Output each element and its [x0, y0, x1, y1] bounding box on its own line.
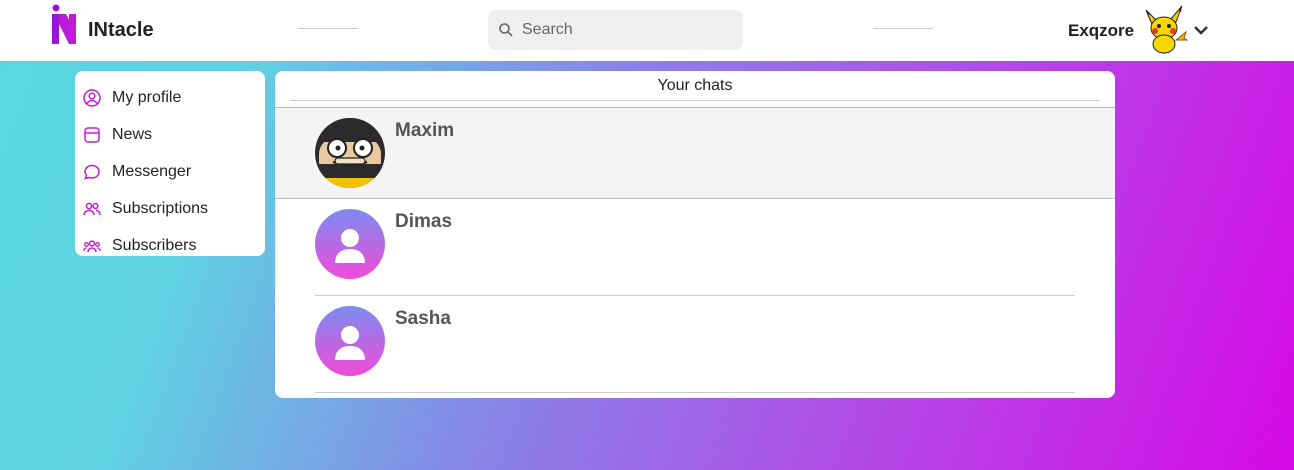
search-icon	[499, 23, 513, 37]
header-divider-left	[298, 28, 358, 29]
user-avatar[interactable]	[1140, 4, 1188, 54]
chats-title: Your chats	[290, 71, 1100, 101]
chat-avatar	[315, 306, 385, 376]
chat-name: Dimas	[395, 211, 453, 232]
news-icon	[84, 126, 100, 143]
chat-item[interactable]: Sasha	[275, 296, 1115, 393]
maxim-avatar-image	[315, 118, 385, 188]
chat-item[interactable]: Maxim	[275, 107, 1115, 199]
chat-item[interactable]: Dimas	[275, 199, 1115, 296]
default-avatar-icon	[315, 306, 385, 376]
header-divider-right	[873, 28, 933, 29]
top-bar: INtacle Search Exqzore	[0, 0, 1294, 61]
username[interactable]: Exqzore	[1068, 21, 1134, 41]
user-circle-icon	[83, 88, 101, 107]
group-icon	[83, 239, 101, 252]
sidebar-item-subscribers[interactable]: Subscribers	[75, 227, 265, 264]
intacle-logo[interactable]	[50, 4, 78, 46]
chat-separator	[315, 392, 1075, 393]
sidebar-item-my-profile[interactable]: My profile	[75, 79, 265, 116]
chat-avatar	[315, 209, 385, 279]
sidebar-item-label: My profile	[112, 88, 182, 106]
sidebar-item-label: Subscriptions	[112, 199, 209, 217]
sidebar-item-news[interactable]: News	[75, 116, 265, 153]
sidebar-item-label: Subscribers	[112, 236, 197, 254]
chat-avatar	[315, 118, 385, 188]
brand-name[interactable]: INtacle	[88, 19, 154, 42]
sidebar: My profile News Messenger Subscriptions	[75, 71, 265, 256]
search-input[interactable]: Search	[488, 10, 743, 50]
message-icon	[84, 164, 100, 180]
sidebar-item-label: News	[112, 125, 153, 143]
chats-panel: Your chats Maxim Dimas Sasha	[275, 71, 1115, 398]
search-placeholder: Search	[522, 21, 573, 38]
sidebar-item-subscriptions[interactable]: Subscriptions	[75, 190, 265, 227]
sidebar-item-label: Messenger	[112, 162, 192, 180]
chat-name: Sasha	[395, 308, 451, 329]
sidebar-item-messenger[interactable]: Messenger	[75, 153, 265, 190]
chat-name: Maxim	[395, 120, 455, 141]
chevron-down-icon[interactable]	[1192, 22, 1210, 38]
default-avatar-icon	[315, 209, 385, 279]
users-icon	[83, 202, 101, 215]
